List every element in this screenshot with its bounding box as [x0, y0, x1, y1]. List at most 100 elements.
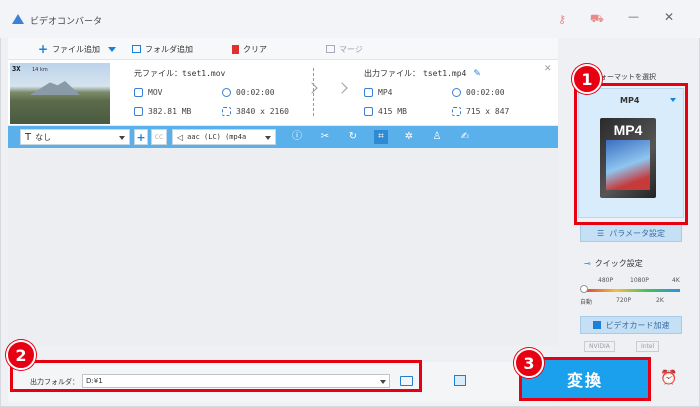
key-icon[interactable]: ⚷	[558, 13, 566, 26]
resolution-icon	[222, 107, 231, 116]
output-format-value: MP4	[378, 88, 393, 97]
edit-toolbar: T なし + CC ◁ aac (LC) (mp4a ⓘ ✂ ↻ ⌗ ✲ ♙ ✍	[8, 126, 558, 148]
clear-label: クリア	[243, 44, 267, 54]
output-file-label: 出力ファイル： tset1.mp4 ✎	[364, 68, 481, 79]
info-icon[interactable]: ⓘ	[290, 130, 304, 144]
source-resolution-value: 3840 x 2160	[236, 107, 289, 116]
chevron-down-icon	[265, 136, 271, 140]
gpu-acceleration-button[interactable]: ビデオカード加速	[580, 316, 682, 334]
audio-track-value: aac (LC) (mp4a	[187, 133, 247, 141]
source-file-label: 元ファイル：tset1.mov	[134, 68, 225, 79]
source-size-value: 382.81 MB	[148, 107, 192, 116]
source-format-value: MOV	[148, 88, 163, 97]
rotate-icon[interactable]: ↻	[346, 130, 360, 144]
thumb-tag: 3X	[12, 65, 21, 73]
step-badge-2: 2	[6, 340, 36, 370]
add-folder-label: フォルダ追加	[145, 44, 193, 54]
chevron-down-icon[interactable]	[108, 46, 117, 52]
format-heading: ォーマットを選択	[600, 73, 656, 81]
format-icon	[364, 88, 373, 97]
quality-slider-handle[interactable]	[580, 285, 588, 293]
tick-1080p: 1080P	[630, 277, 649, 284]
app-title: ビデオコンバータ	[30, 17, 103, 27]
output-duration: 00:02:00	[452, 88, 505, 97]
output-filename: tset1.mp4	[423, 69, 467, 78]
output-size-value: 415 MB	[378, 107, 407, 116]
move-output-icon[interactable]	[454, 375, 466, 386]
folder-plus-icon	[132, 45, 141, 53]
format-icon	[134, 88, 143, 97]
speaker-icon: ◁	[177, 132, 184, 142]
highlight-format-box	[574, 83, 688, 225]
thumb-sub: 14 km	[32, 67, 48, 73]
quick-setting-icon: ⊸	[584, 259, 591, 268]
nvidia-badge: NVIDIA	[584, 341, 615, 352]
add-subtitle-button[interactable]: +	[134, 129, 148, 145]
output-resolution-value: 715 x 847	[466, 107, 510, 116]
add-file-label: ファイル追加	[52, 44, 101, 54]
source-format: MOV	[134, 88, 162, 97]
merge-icon	[326, 45, 335, 53]
add-file-button[interactable]: + ファイル追加	[38, 42, 117, 56]
source-duration: 00:02:00	[222, 88, 275, 97]
tick-auto: 自動	[580, 299, 593, 306]
cc-icon[interactable]: CC	[151, 129, 167, 145]
mountain-shape	[30, 81, 80, 95]
plus-icon: +	[38, 42, 49, 56]
video-thumbnail[interactable]: 3X 14 km	[10, 63, 110, 124]
tick-2k: 2K	[656, 297, 664, 304]
gpu-acceleration-label: ビデオカード加速	[605, 320, 670, 330]
quick-setting-text: クイック設定	[594, 259, 643, 268]
output-resolution: 715 x 847	[452, 107, 509, 116]
parameter-settings-button[interactable]: ☰ パラメータ設定	[580, 224, 682, 242]
parameter-settings-label: パラメータ設定	[609, 228, 665, 238]
chevron-down-icon	[119, 136, 125, 140]
output-duration-value: 00:02:00	[466, 88, 505, 97]
folder-icon	[134, 107, 143, 116]
minimize-button[interactable]: —	[628, 10, 639, 23]
folder-icon	[364, 107, 373, 116]
alarm-clock-icon[interactable]: ⏰	[660, 370, 677, 386]
clock-icon	[452, 88, 461, 97]
edit-subtitle-icon[interactable]: ✍	[458, 130, 472, 144]
app-logo-icon	[12, 14, 24, 24]
quick-setting-label: ⊸ クイック設定	[584, 258, 643, 269]
crop-icon[interactable]: ⌗	[374, 130, 388, 144]
highlight-folder-box	[10, 360, 422, 392]
source-prefix: 元ファイル：	[134, 69, 182, 78]
watermark-icon[interactable]: ♙	[430, 130, 444, 144]
output-format: MP4	[364, 88, 392, 97]
sliders-icon: ☰	[597, 228, 605, 238]
quality-slider[interactable]	[584, 289, 680, 292]
close-button[interactable]: ✕	[664, 10, 674, 24]
add-folder-button[interactable]: フォルダ追加	[132, 42, 193, 56]
title-bar: ビデオコンバータ ⚷ ⛟ — ✕	[0, 0, 700, 38]
clear-button[interactable]: クリア	[232, 42, 267, 56]
source-size: 382.81 MB	[134, 107, 191, 116]
output-prefix: 出力ファイル：	[364, 69, 420, 78]
merge-button[interactable]: マージ	[326, 42, 363, 56]
intel-badge: Intel	[636, 341, 660, 352]
clock-icon	[222, 88, 231, 97]
scissors-icon[interactable]: ✂	[318, 130, 332, 144]
text-icon: T	[25, 131, 32, 143]
effects-icon[interactable]: ✲	[402, 130, 416, 144]
step-badge-3: 3	[514, 348, 544, 378]
cart-icon[interactable]: ⛟	[590, 12, 604, 27]
tick-480p: 480P	[598, 277, 614, 284]
source-resolution: 3840 x 2160	[222, 107, 289, 116]
step-badge-1: 1	[572, 64, 602, 94]
trash-icon	[232, 44, 239, 54]
remove-file-icon[interactable]: ✕	[544, 64, 552, 74]
output-size: 415 MB	[364, 107, 407, 116]
source-filename: tset1.mov	[182, 69, 226, 78]
subtitle-select[interactable]: T なし	[20, 129, 130, 145]
tick-4k: 4K	[672, 277, 680, 284]
merge-label: マージ	[339, 44, 363, 54]
audio-track-select[interactable]: ◁ aac (LC) (mp4a	[172, 129, 276, 145]
edit-pencil-icon[interactable]: ✎	[473, 69, 481, 79]
resolution-icon	[452, 107, 461, 116]
toolbar: + ファイル追加 フォルダ追加 クリア マージ	[8, 38, 558, 60]
tick-720p: 720P	[616, 297, 632, 304]
source-duration-value: 00:02:00	[236, 88, 275, 97]
